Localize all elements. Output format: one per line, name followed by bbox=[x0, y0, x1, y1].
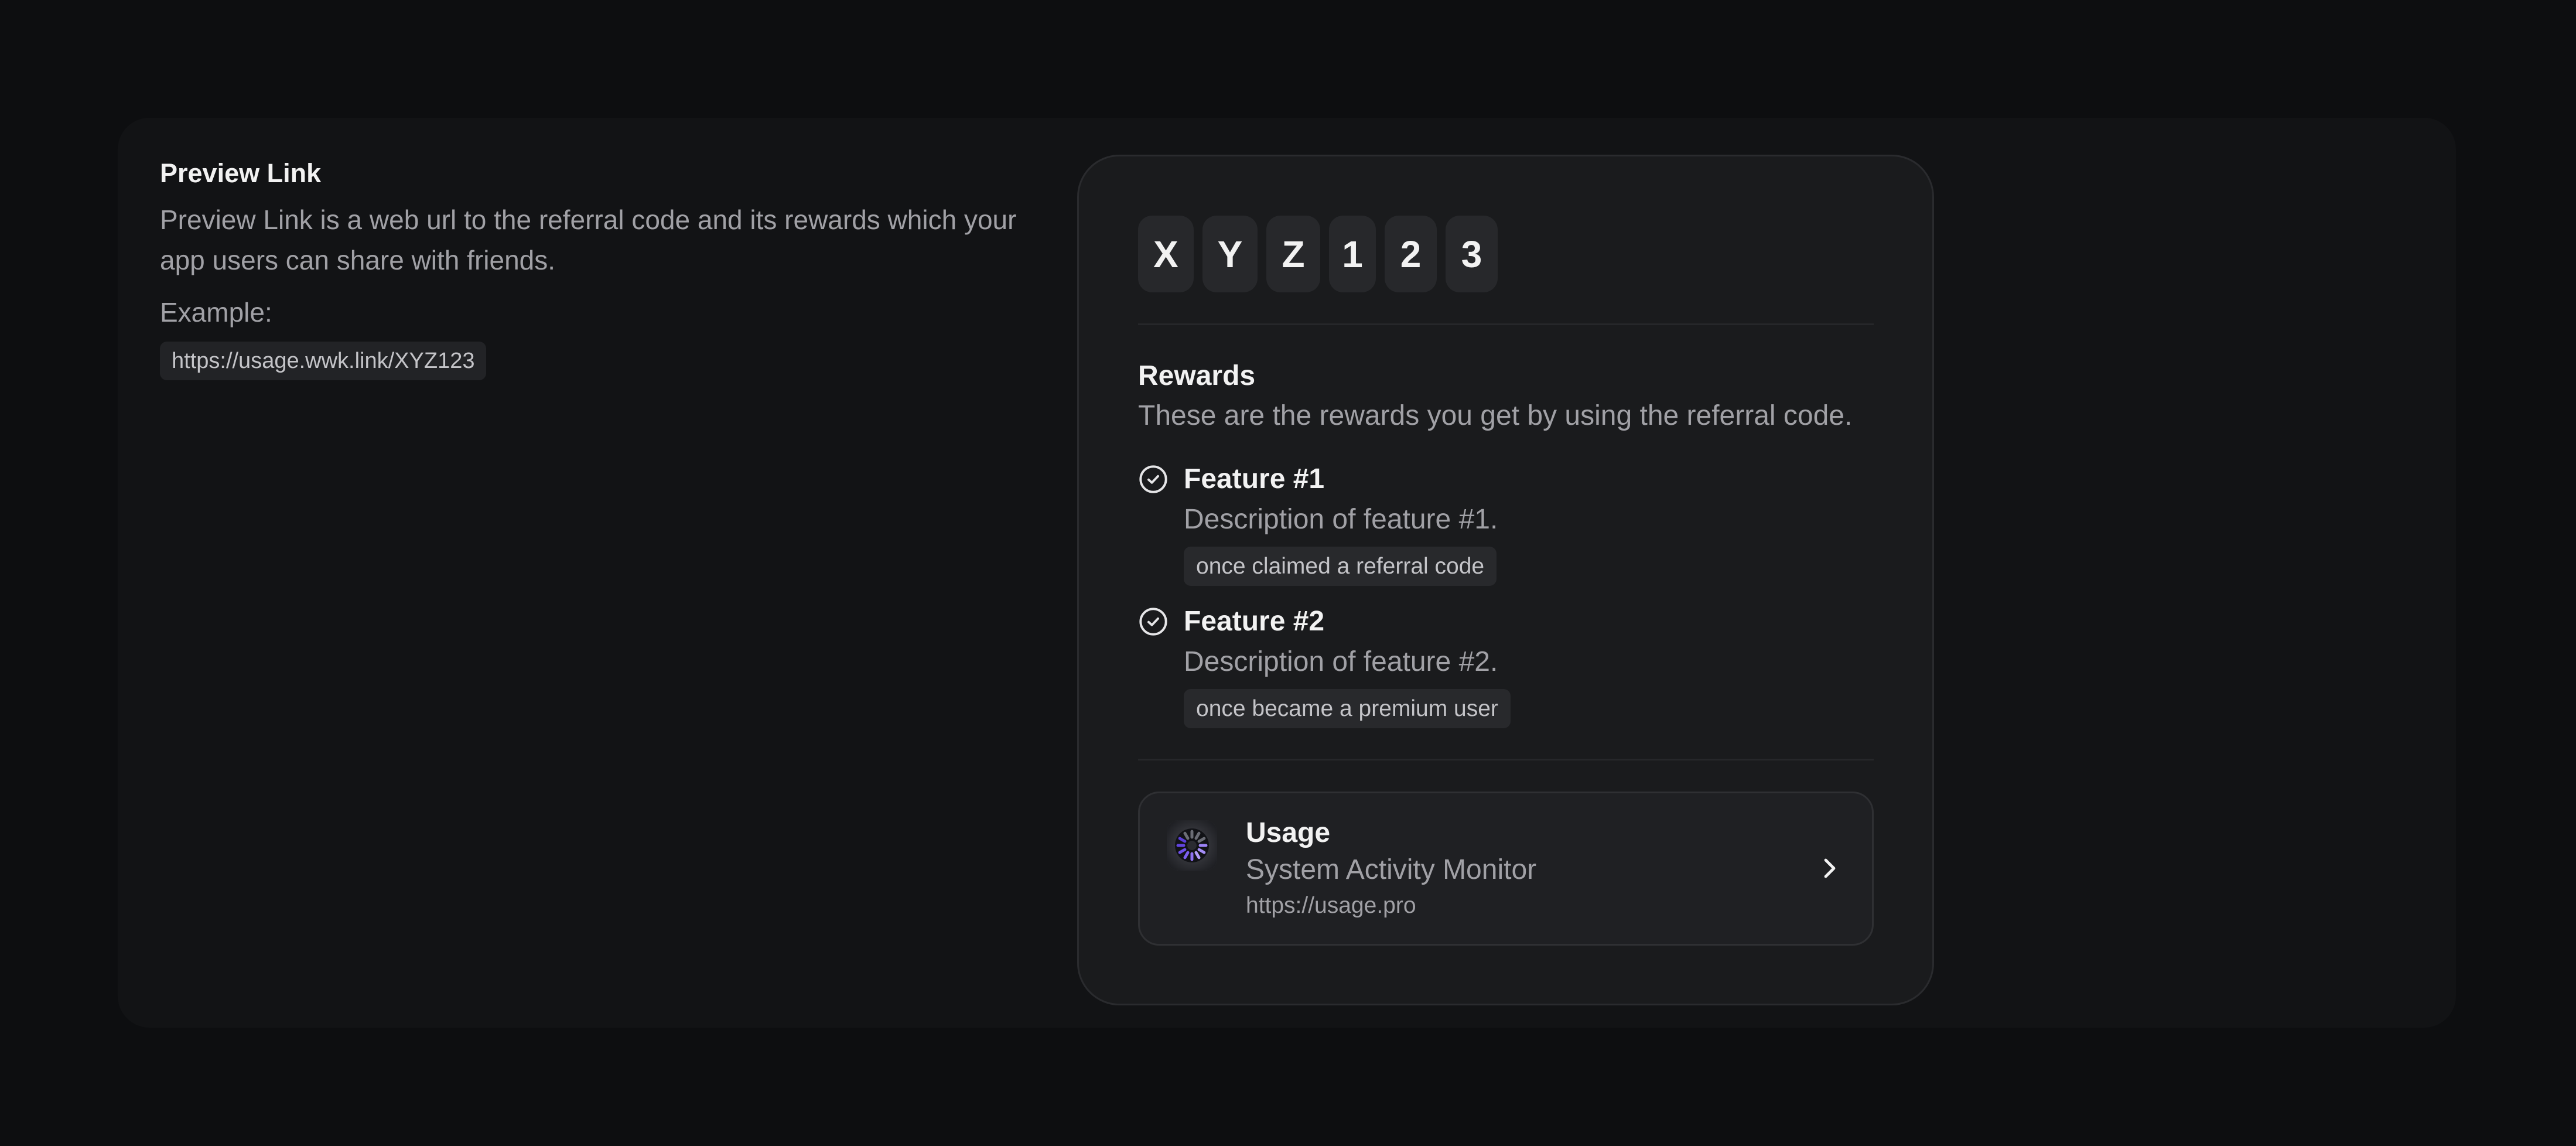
app-name: Usage bbox=[1246, 817, 1331, 848]
referral-code-char: Y bbox=[1202, 216, 1258, 292]
chevron-right-icon bbox=[1824, 858, 1836, 878]
referral-code-char: 2 bbox=[1385, 216, 1437, 292]
referral-code-char: 1 bbox=[1329, 216, 1376, 292]
feature-description: Description of feature #1. bbox=[1184, 504, 1498, 535]
check-circle-icon bbox=[1139, 608, 1167, 636]
feature-title: Feature #1 bbox=[1184, 463, 1325, 494]
preview-link-info: Preview Link Preview Link is a web url t… bbox=[160, 155, 1038, 380]
divider bbox=[1138, 759, 1874, 760]
referral-code-char: Z bbox=[1266, 216, 1320, 292]
app-url: https://usage.pro bbox=[1246, 893, 1416, 918]
referral-preview-card: X Y Z 1 2 3 Rewards These are the reward… bbox=[1077, 155, 1934, 1005]
example-label: Example: bbox=[160, 297, 272, 328]
referral-code: X Y Z 1 2 3 bbox=[1138, 216, 1498, 292]
divider bbox=[1138, 323, 1874, 325]
check-circle-icon bbox=[1139, 465, 1167, 493]
referral-code-char: 3 bbox=[1446, 216, 1498, 292]
preview-link-description: Preview Link is a web url to the referra… bbox=[160, 204, 1017, 275]
feature-description: Description of feature #2. bbox=[1184, 646, 1498, 677]
feature-condition-badge: once became a premium user bbox=[1184, 689, 1511, 728]
example-url: https://usage.wwk.link/XYZ123 bbox=[160, 342, 487, 380]
rewards-title: Rewards bbox=[1138, 360, 1256, 391]
feature-condition-badge: once claimed a referral code bbox=[1184, 547, 1497, 586]
usage-app-icon bbox=[1167, 820, 1217, 871]
app-description: System Activity Monitor bbox=[1246, 854, 1537, 885]
referral-code-char: X bbox=[1138, 216, 1194, 292]
app-link-row[interactable]: Usage System Activity Monitor https://us… bbox=[1138, 792, 1874, 946]
preview-link-title: Preview Link bbox=[160, 158, 322, 188]
rewards-subtitle: These are the rewards you get by using t… bbox=[1138, 400, 1853, 431]
feature-title: Feature #2 bbox=[1184, 606, 1325, 637]
